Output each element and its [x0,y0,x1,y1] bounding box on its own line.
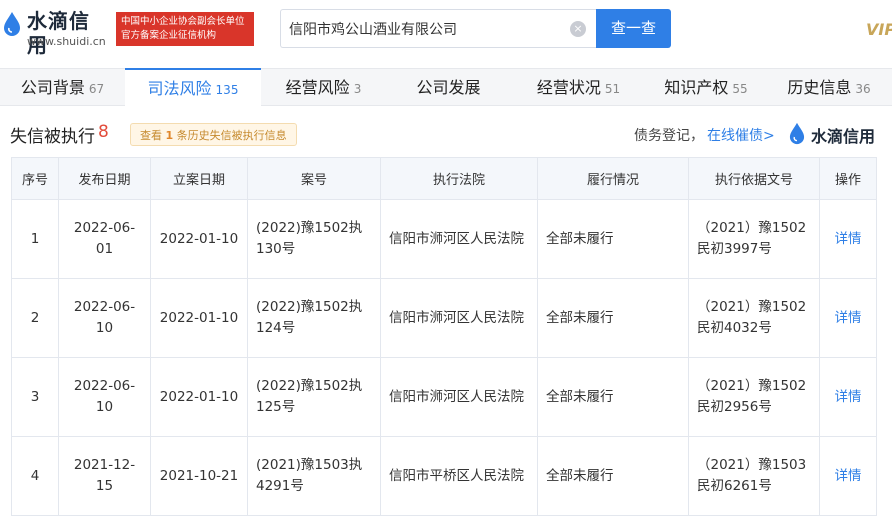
search-box: × [280,9,596,48]
cell-status: 全部未履行 [537,199,689,279]
cell-basis: （2021）豫1502民初3997号 [688,199,820,279]
history-prefix: 查看 [140,129,162,142]
history-number: 1 [165,129,174,142]
tab-company-background[interactable]: 公司背景 67 [0,69,125,106]
tab-count: 36 [855,82,871,96]
section-brand-name: 水滴信用 [811,127,876,146]
cell-case-no: (2022)豫1502执124号 [247,278,381,358]
header-basis: 执行依据文号 [688,157,820,200]
header-publish-date: 发布日期 [58,157,151,200]
cell-filed-date: 2022-01-10 [150,199,248,279]
cell-no: 4 [11,436,59,516]
tab-label: 经营状况 [536,78,601,97]
history-dishonest-link[interactable]: 查看 1 条历史失信被执行信息 [130,123,297,146]
cell-court: 信阳市平桥区人民法院 [380,436,538,516]
section-count: 8 [98,122,109,142]
section-title: 失信被执行 [10,127,95,147]
cell-basis: （2021）豫1503民初6261号 [688,436,820,516]
clear-icon[interactable]: × [570,21,586,37]
cell-publish-date: 2022-06-01 [58,199,151,279]
tab-label: 经营风险 [285,78,350,97]
tab-label: 公司发展 [416,78,481,97]
brand-url: www.shuidi.cn [27,35,106,48]
header-status: 履行情况 [537,157,689,200]
header-case-no: 案号 [247,157,381,200]
tab-count: 135 [215,83,239,97]
vip-badge[interactable]: VIP [866,20,892,39]
cell-status: 全部未履行 [537,436,689,516]
cell-case-no: (2022)豫1502执125号 [247,357,381,437]
top-header: 水滴信用 www.shuidi.cn 中国中小企业协会副会长单位 官方备案企业征… [0,0,892,62]
tab-label: 公司背景 [20,78,85,97]
cell-filed-date: 2021-10-21 [150,436,248,516]
table-row: 2 2022-06-10 2022-01-10 (2022)豫1502执124号… [11,278,877,358]
tab-count: 3 [353,82,362,96]
table-row: 4 2021-12-15 2021-10-21 (2021)豫1503执4291… [11,436,877,516]
category-tabs: 公司背景 67 司法风险 135 经营风险 3 公司发展 经营状况 51 知识产权 55 … [0,68,892,107]
cell-no: 2 [11,278,59,358]
cell-case-no: (2022)豫1502执130号 [247,199,381,279]
debt-registration-text: 债务登记， [634,128,704,144]
cell-publish-date: 2022-06-10 [58,357,151,437]
header-filed-date: 立案日期 [150,157,248,200]
cell-filed-date: 2022-01-10 [150,357,248,437]
tab-label: 司法风险 [147,79,212,98]
header-no: 序号 [11,157,59,200]
table-row: 1 2022-06-01 2022-01-10 (2022)豫1502执130号… [11,199,877,279]
dishonest-executed-table: 序号 发布日期 立案日期 案号 执行法院 履行情况 执行依据文号 操作 1 20… [11,157,877,516]
search-button[interactable]: 查一查 [596,9,671,48]
cell-basis: （2021）豫1502民初4032号 [688,278,820,358]
cell-court: 信阳市浉河区人民法院 [380,199,538,279]
header-court: 执行法院 [380,157,538,200]
tab-history-info[interactable]: 历史信息 36 [766,69,892,106]
cell-status: 全部未履行 [537,278,689,358]
search-input[interactable] [289,19,559,39]
badge-line-1: 中国中小企业协会副会长单位 [121,16,245,27]
cell-publish-date: 2021-12-15 [58,436,151,516]
tab-business-status[interactable]: 经营状况 51 [511,69,646,106]
brand-logo[interactable]: 水滴信用 www.shuidi.cn [0,8,110,57]
tab-intellectual-property[interactable]: 知识产权 55 [646,69,766,106]
history-suffix: 条历史失信被执行信息 [176,129,287,142]
header-action: 操作 [819,157,877,200]
tab-count: 51 [604,82,621,96]
certification-badge: 中国中小企业协会副会长单位 官方备案企业征信机构 [116,12,254,46]
tab-judicial-risk[interactable]: 司法风险 135 [125,68,261,107]
tab-label: 知识产权 [664,78,729,97]
cell-court: 信阳市浉河区人民法院 [380,357,538,437]
tab-operating-risk[interactable]: 经营风险 3 [261,69,386,106]
tab-company-development[interactable]: 公司发展 [386,69,511,106]
cell-no: 3 [11,357,59,437]
cell-court: 信阳市浉河区人民法院 [380,278,538,358]
cell-publish-date: 2022-06-10 [58,278,151,358]
section-brand-logo: 水滴信用 [788,122,888,146]
water-drop-icon [4,12,20,36]
table-header-row: 序号 发布日期 立案日期 案号 执行法院 履行情况 执行依据文号 操作 [11,157,877,200]
tab-count: 67 [88,82,105,96]
cell-filed-date: 2022-01-10 [150,278,248,358]
cell-basis: （2021）豫1502民初2956号 [688,357,820,437]
detail-link[interactable]: 详情 [819,278,877,358]
detail-link[interactable]: 详情 [819,357,877,437]
cell-no: 1 [11,199,59,279]
tab-label: 历史信息 [787,78,852,97]
badge-line-2: 官方备案企业征信机构 [121,30,217,41]
detail-link[interactable]: 详情 [819,436,877,516]
cell-status: 全部未履行 [537,357,689,437]
online-collection-link[interactable]: 在线催债> [707,125,775,145]
detail-link[interactable]: 详情 [819,199,877,279]
brand-name: 水滴信用 [27,9,90,57]
table-row: 3 2022-06-10 2022-01-10 (2022)豫1502执125号… [11,357,877,437]
water-drop-icon [789,122,805,145]
tab-count: 55 [732,82,748,96]
cell-case-no: (2021)豫1503执4291号 [247,436,381,516]
